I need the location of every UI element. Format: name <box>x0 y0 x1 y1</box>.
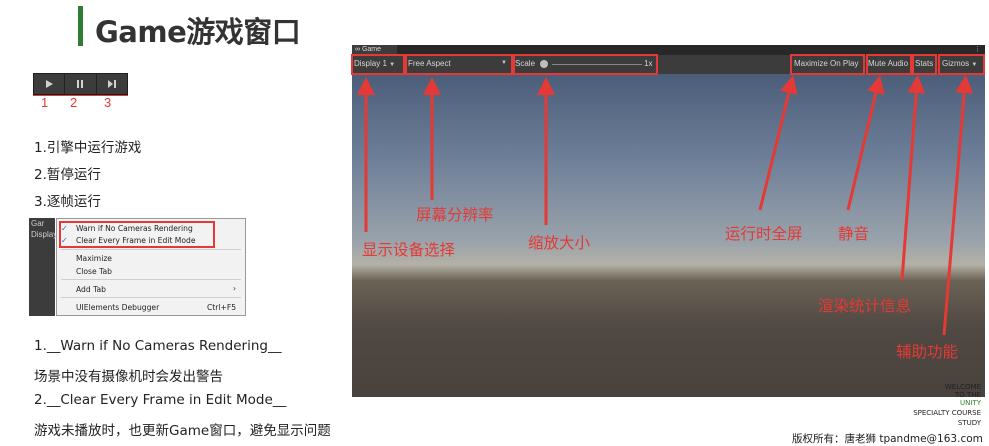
watermark-line-5: STUDY <box>957 419 981 427</box>
label-display-select: 显示设备选择 <box>362 241 456 259</box>
label-stats: 渲染统计信息 <box>818 297 912 315</box>
annotation-arrows <box>357 75 974 336</box>
copyright: 版权所有：唐老狮 tpandme@163.com <box>792 433 983 445</box>
watermark-line-1: WELCOME <box>944 383 981 391</box>
label-resolution: 屏幕分辨率 <box>416 206 494 224</box>
arrow-stats <box>900 75 926 281</box>
watermark-line-4: SPECIALTY COURSE <box>913 409 981 417</box>
arrow-mute <box>846 75 885 211</box>
arrow-gizmos <box>942 75 974 336</box>
watermark-line-3: UNITY <box>960 399 981 407</box>
watermark-line-2: TO THE <box>955 391 981 399</box>
label-mute: 静音 <box>838 225 870 243</box>
label-zoom: 缩放大小 <box>528 234 591 252</box>
arrow-maximize <box>758 75 798 211</box>
label-fullscreen: 运行时全屏 <box>725 225 803 243</box>
label-gizmos: 辅助功能 <box>896 343 959 361</box>
